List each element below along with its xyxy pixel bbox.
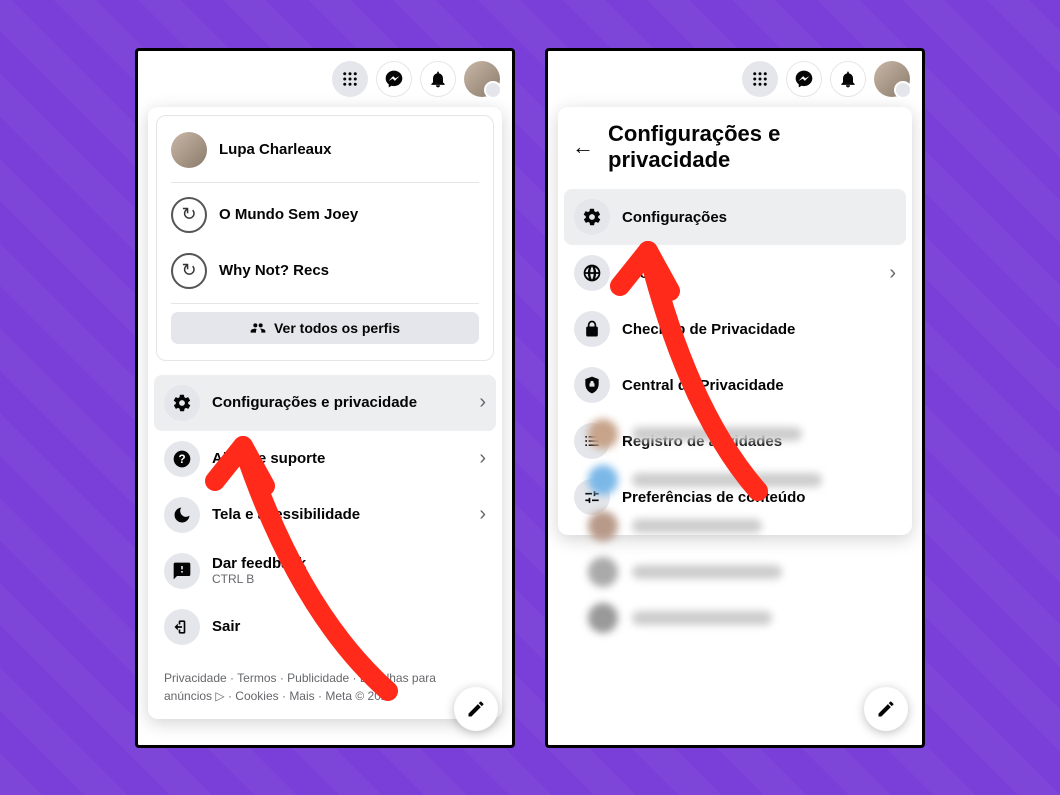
footer-link[interactable]: Publicidade [287, 671, 349, 685]
back-button[interactable]: ← [572, 134, 594, 160]
svg-text:?: ? [178, 453, 185, 466]
footer-link[interactable]: Termos [237, 671, 276, 685]
settings-title: Configurações e privacidade [608, 121, 898, 174]
menu-item-logout[interactable]: Sair [154, 599, 496, 655]
chevron-right-icon: › [479, 447, 486, 470]
menu-item-feedback[interactable]: Dar feedback CTRL B [154, 543, 496, 599]
profile-row-main[interactable]: Lupa Charleaux [163, 122, 487, 178]
menu-label: Ajuda e suporte [212, 450, 467, 467]
moon-icon [164, 497, 200, 533]
menu-grid-icon[interactable] [742, 61, 778, 97]
logout-icon [164, 609, 200, 645]
profile-section: Lupa Charleaux O Mundo Sem Joey Why Not?… [156, 115, 494, 361]
compose-button[interactable] [864, 687, 908, 731]
panels-container: Lupa Charleaux O Mundo Sem Joey Why Not?… [0, 0, 1060, 795]
messenger-icon[interactable] [786, 61, 822, 97]
menu-label: Idioma [622, 265, 877, 282]
avatar-icon[interactable] [464, 61, 500, 97]
switch-profile-icon [171, 197, 207, 233]
lock-icon [574, 311, 610, 347]
menu-sublabel: CTRL B [212, 572, 486, 586]
menu-item-display[interactable]: Tela e acessibilidade › [154, 487, 496, 543]
profile-row-alt-0[interactable]: O Mundo Sem Joey [163, 187, 487, 243]
compose-icon [876, 699, 896, 719]
compose-icon [466, 699, 486, 719]
menu-label: Checkup de Privacidade [622, 321, 896, 338]
help-icon: ? [164, 441, 200, 477]
profile-name: Lupa Charleaux [219, 141, 332, 158]
menu-label: Dar feedback CTRL B [212, 555, 486, 586]
footer-links: Privacidade Termos Publicidade Escolhas … [148, 665, 502, 719]
footer-link[interactable]: Mais [289, 689, 314, 703]
menu-item-language[interactable]: Idioma › [564, 245, 906, 301]
chevron-right-icon: › [479, 391, 486, 414]
chevron-right-icon: › [889, 262, 896, 285]
bell-icon[interactable] [420, 61, 456, 97]
settings-header: ← Configurações e privacidade [558, 107, 912, 184]
profile-name: O Mundo Sem Joey [219, 206, 358, 223]
menu-item-privacy-checkup[interactable]: Checkup de Privacidade [564, 301, 906, 357]
menu-item-settings[interactable]: Configurações [564, 189, 906, 245]
profile-row-alt-1[interactable]: Why Not? Recs [163, 243, 487, 299]
profile-name: Why Not? Recs [219, 262, 329, 279]
facebook-header [138, 51, 512, 107]
account-dropdown-card: Lupa Charleaux O Mundo Sem Joey Why Not?… [148, 107, 502, 719]
see-all-profiles-label: Ver todos os perfis [274, 320, 400, 336]
globe-icon [574, 255, 610, 291]
footer-link[interactable]: Privacidade [164, 671, 227, 685]
chevron-right-icon: › [479, 503, 486, 526]
main-menu-list: Configurações e privacidade › ? Ajuda e … [148, 369, 502, 665]
switch-profile-icon [171, 253, 207, 289]
menu-item-help[interactable]: ? Ajuda e suporte › [154, 431, 496, 487]
messenger-icon[interactable] [376, 61, 412, 97]
avatar-icon[interactable] [874, 61, 910, 97]
menu-label: Tela e acessibilidade [212, 506, 467, 523]
footer-link[interactable]: Cookies [235, 689, 278, 703]
blurred-background-list [548, 391, 922, 745]
menu-label: Sair [212, 618, 486, 635]
bell-icon[interactable] [830, 61, 866, 97]
menu-label: Configurações e privacidade [212, 394, 467, 411]
see-all-profiles-button[interactable]: Ver todos os perfis [171, 312, 479, 344]
avatar-icon [171, 132, 207, 168]
divider [171, 303, 479, 304]
people-icon [250, 320, 266, 336]
screenshot-panel-1: Lupa Charleaux O Mundo Sem Joey Why Not?… [135, 48, 515, 748]
gear-icon [574, 199, 610, 235]
menu-item-settings-privacy[interactable]: Configurações e privacidade › [154, 375, 496, 431]
menu-label: Configurações [622, 209, 896, 226]
menu-grid-icon[interactable] [332, 61, 368, 97]
compose-button[interactable] [454, 687, 498, 731]
divider [171, 182, 479, 183]
facebook-header [548, 51, 922, 107]
gear-icon [164, 385, 200, 421]
footer-meta: Meta © 2025 [325, 689, 394, 703]
screenshot-panel-2: ← Configurações e privacidade Configuraç… [545, 48, 925, 748]
feedback-icon [164, 553, 200, 589]
